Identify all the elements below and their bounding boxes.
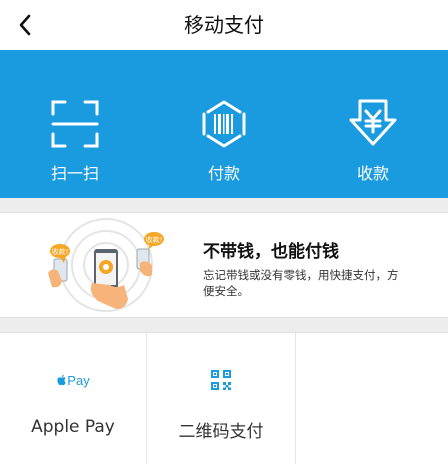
apple-pay-cell[interactable]: Pay Apple Pay: [0, 333, 147, 464]
apple-logo-icon: [57, 374, 66, 386]
apple-pay-icon-text: Pay: [67, 372, 90, 388]
qr-code-icon: [210, 369, 232, 391]
top-bar: 移动支付: [0, 0, 448, 50]
bubble-right-text: 收款!: [146, 235, 163, 244]
barcode-shield-icon: [202, 100, 246, 148]
receive-action[interactable]: 收款: [298, 50, 448, 198]
apple-pay-label: Apple Pay: [31, 417, 115, 437]
scan-label: 扫一扫: [50, 164, 99, 183]
empty-cell: [296, 333, 448, 464]
qr-pay-label: 二维码支付: [178, 422, 264, 442]
bubble-left-text: 收款!: [52, 247, 69, 256]
phone-payment-illustration: 收款! 收款!: [48, 218, 164, 312]
quick-actions-panel: 扫一扫 付款 收款: [0, 50, 448, 198]
pay-label: 付款: [207, 164, 240, 183]
qr-pay-cell[interactable]: 二维码支付: [147, 333, 296, 464]
pay-action[interactable]: 付款: [149, 50, 299, 198]
scan-icon: [51, 100, 99, 148]
apple-pay-icon: Pay: [56, 369, 90, 391]
payment-methods-grid: Pay Apple Pay 二维码支付: [0, 332, 448, 464]
promo-banner: 收款! 收款! 不带钱，也能付钱 忘记带钱或没有零钱，用快捷支付，方便安全。: [0, 212, 448, 318]
page-title: 移动支付: [184, 13, 264, 37]
receive-label: 收款: [356, 164, 389, 183]
promo-description: 忘记带钱或没有零钱，用快捷支付，方便安全。: [203, 268, 399, 298]
scan-action[interactable]: 扫一扫: [0, 50, 150, 198]
yuan-receive-icon: [349, 99, 397, 146]
promo-title: 不带钱，也能付钱: [203, 242, 339, 262]
